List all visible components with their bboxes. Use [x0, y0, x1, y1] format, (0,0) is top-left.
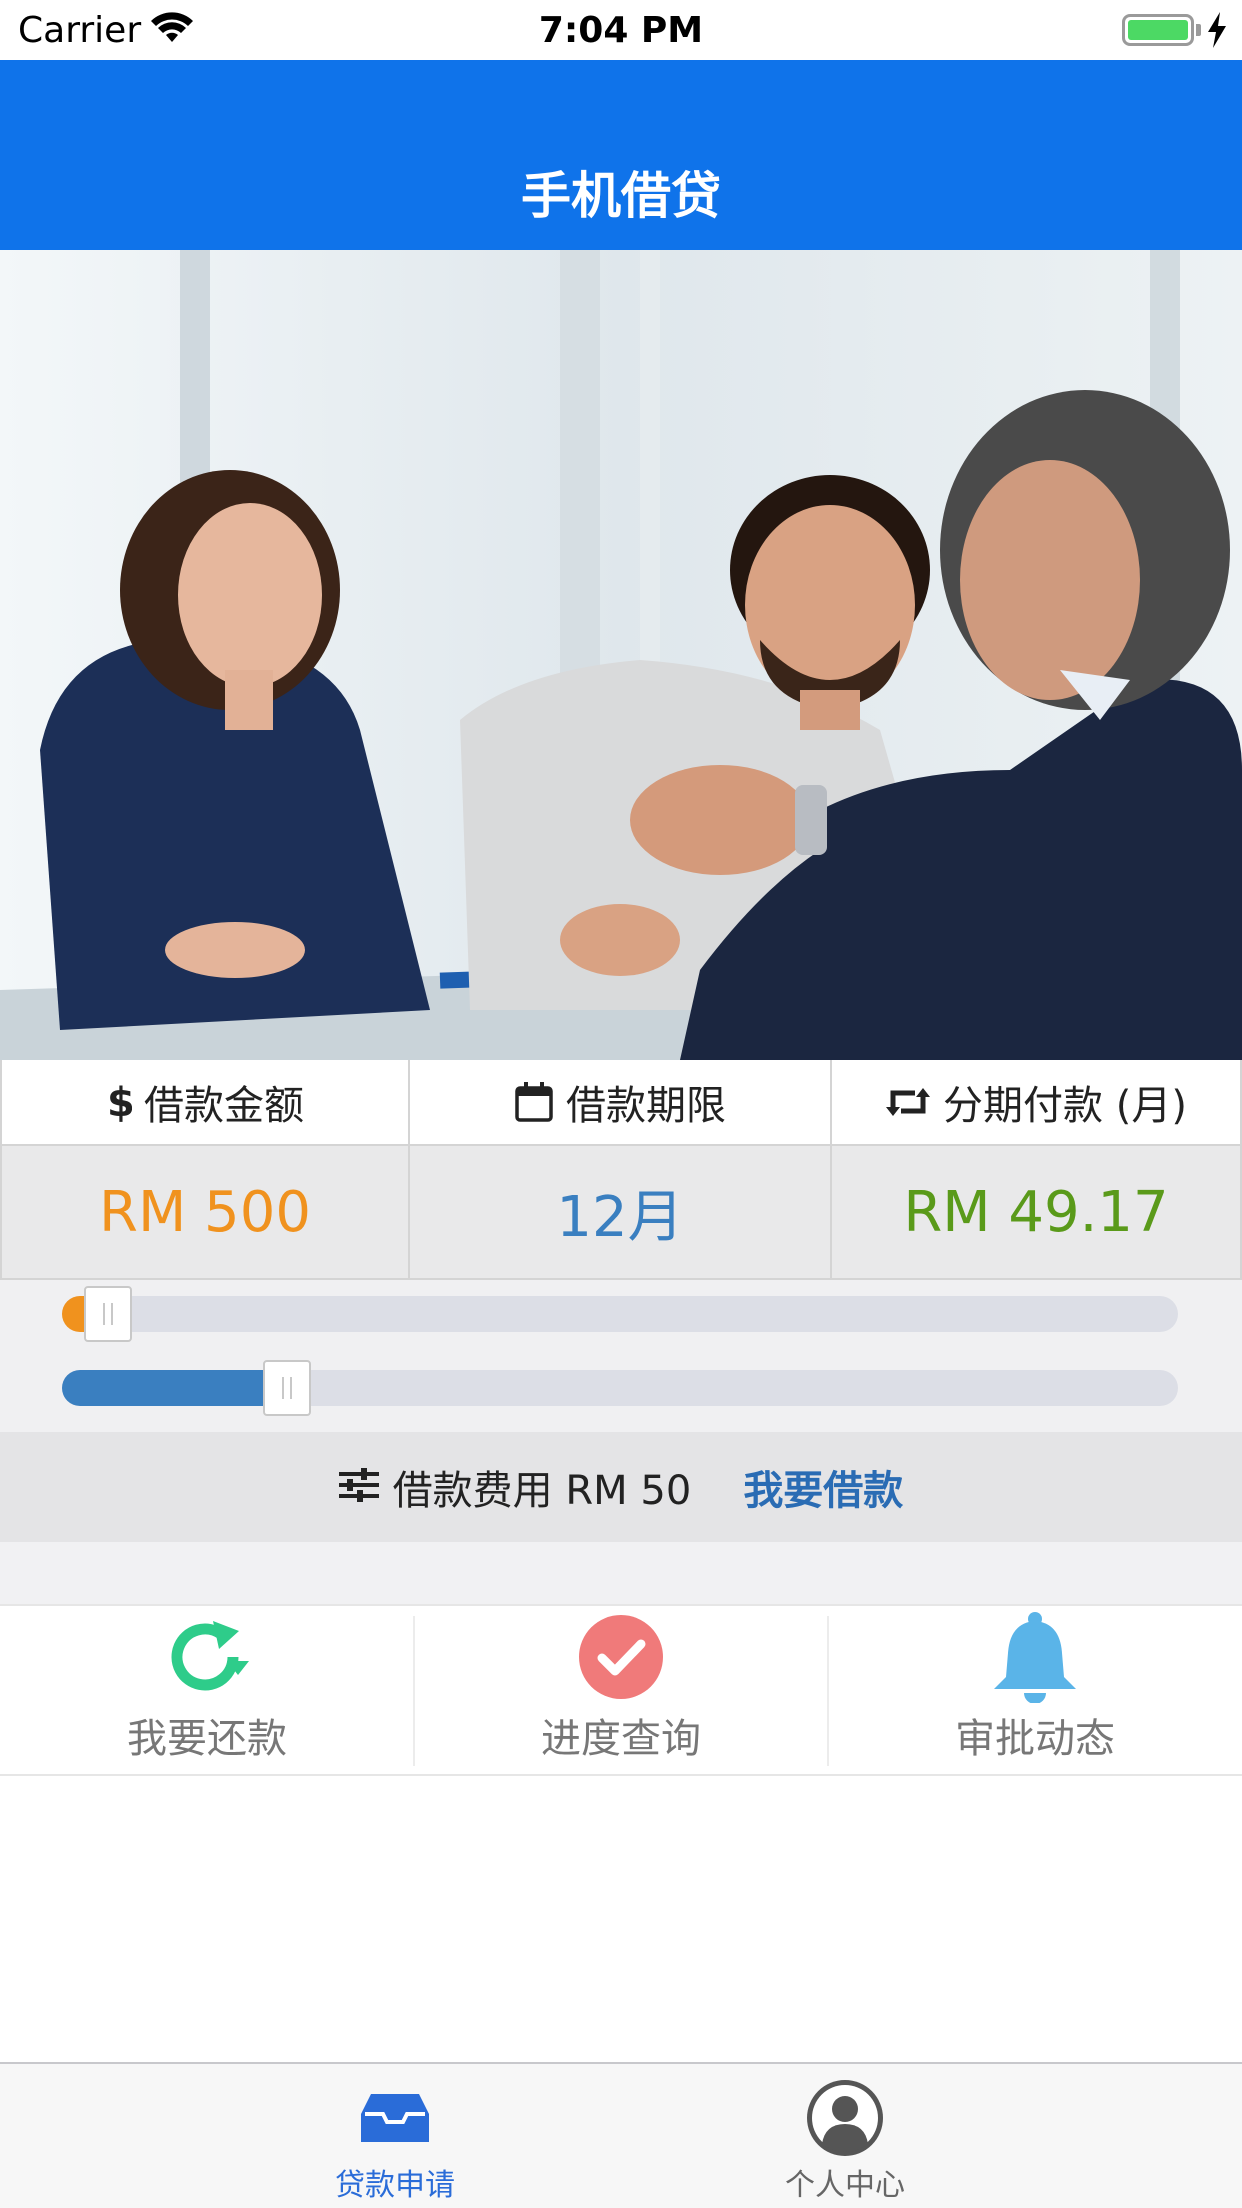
- installment-header: 分期付款 (月): [832, 1060, 1242, 1146]
- amount-value: RM 500: [0, 1146, 410, 1280]
- section-gap: [0, 1542, 1242, 1604]
- amount-header: $ 借款金额: [0, 1060, 410, 1146]
- approval-updates-action[interactable]: 审批动态: [828, 1606, 1242, 1776]
- amount-slider[interactable]: [62, 1286, 1178, 1342]
- progress-query-label: 进度查询: [541, 1716, 701, 1762]
- apply-loan-link[interactable]: 我要借款: [743, 1458, 903, 1516]
- fee-bar: 借款费用 RM 50 我要借款: [0, 1432, 1242, 1542]
- term-slider[interactable]: [62, 1360, 1178, 1416]
- installment-value: RM 49.17: [832, 1146, 1242, 1280]
- refresh-icon: [163, 1612, 251, 1702]
- progress-query-action[interactable]: 进度查询: [414, 1606, 828, 1776]
- page-title: 手机借贷: [521, 167, 721, 225]
- term-header: 借款期限: [410, 1060, 832, 1146]
- calendar-icon: [514, 1081, 554, 1123]
- repay-label: 我要还款: [127, 1716, 287, 1762]
- amount-label: 借款金额: [144, 1083, 304, 1129]
- tab-personal-center[interactable]: 个人中心: [725, 2064, 965, 2208]
- dollar-icon: $: [106, 1080, 132, 1124]
- amount-slider-thumb[interactable]: [84, 1286, 132, 1342]
- sliders-icon: [338, 1468, 379, 1506]
- clock: 7:04 PM: [538, 10, 704, 51]
- hero-banner-image: [0, 250, 1242, 1060]
- battery-cap: [1196, 24, 1201, 36]
- term-value: 12月: [410, 1146, 832, 1280]
- tab-personal-center-label: 个人中心: [785, 2168, 905, 2203]
- retweet-icon: [885, 1085, 931, 1119]
- bell-icon: [990, 1612, 1080, 1703]
- tab-loan-application[interactable]: 贷款申请: [275, 2064, 515, 2208]
- term-slider-thumb[interactable]: [263, 1360, 311, 1416]
- amount-value-text: RM 500: [99, 1179, 311, 1245]
- tab-bar: 贷款申请 个人中心: [0, 2062, 1242, 2208]
- status-bar: Carrier 7:04 PM: [0, 0, 1242, 60]
- installment-value-text: RM 49.17: [903, 1179, 1169, 1245]
- term-value-text: 12月: [556, 1184, 684, 1250]
- term-label: 借款期限: [566, 1083, 726, 1129]
- slider-panel: [0, 1280, 1242, 1432]
- fee-text: 借款费用 RM 50: [392, 1468, 692, 1514]
- inbox-icon: [361, 2078, 429, 2158]
- installment-label: 分期付款 (月): [943, 1083, 1187, 1129]
- quick-actions: 我要还款 进度查询 审批动态: [0, 1604, 1242, 1776]
- user-avatar-icon: [805, 2078, 885, 2158]
- term-slider-fill: [62, 1370, 273, 1406]
- loan-info-grid: $ 借款金额 借款期限 分期付款 (月) RM 500 12月 RM 49.17: [0, 1060, 1242, 1280]
- svg-text:$: $: [107, 1080, 132, 1124]
- battery-icon: [1122, 14, 1194, 46]
- repay-action[interactable]: 我要还款: [0, 1606, 414, 1776]
- charging-bolt-icon: [1206, 12, 1228, 52]
- approval-updates-label: 审批动态: [955, 1716, 1115, 1762]
- check-circle-icon: [578, 1612, 664, 1702]
- tab-loan-application-label: 贷款申请: [335, 2168, 455, 2203]
- nav-header: 手机借贷: [0, 60, 1242, 250]
